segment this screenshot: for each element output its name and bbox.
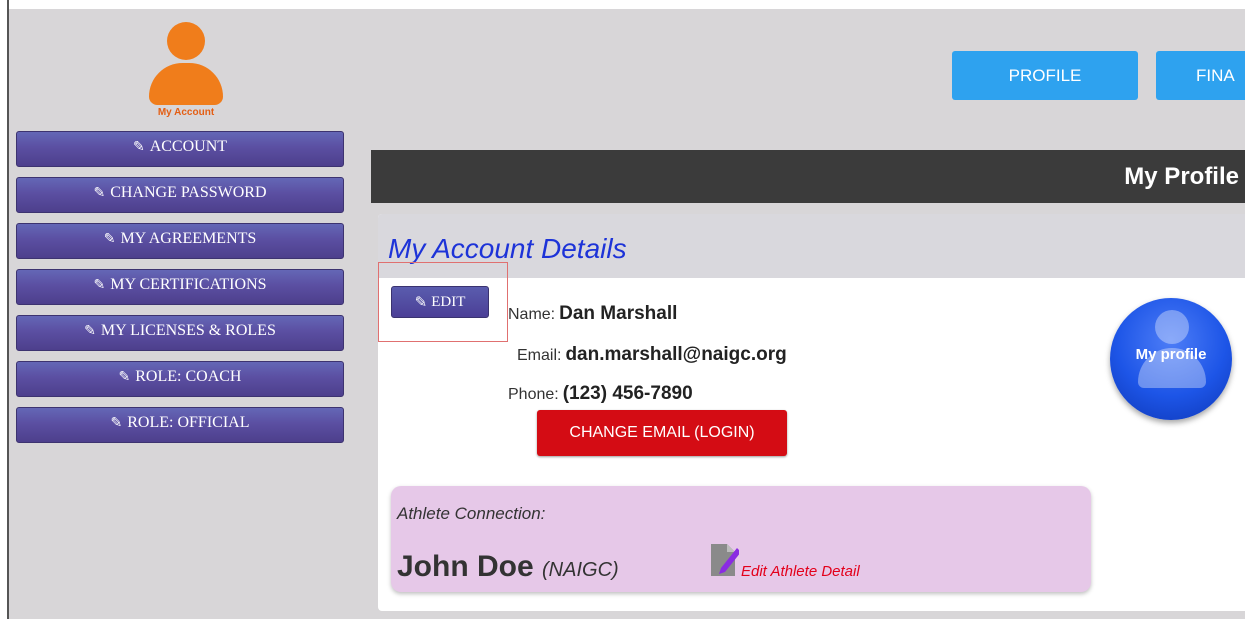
athlete-connection-label: Athlete Connection: <box>397 504 546 523</box>
sidebar-item-my-certifications[interactable]: ✎ MY CERTIFICATIONS <box>16 269 344 305</box>
sidebar-item-change-password[interactable]: ✎ CHANGE PASSWORD <box>16 177 344 213</box>
sidebar-item-label: ROLE: OFFICIAL <box>127 414 250 431</box>
sidebar-item-label: MY LICENSES & ROLES <box>100 322 276 339</box>
sidebar-item-label: ACCOUNT <box>149 138 228 155</box>
sidebar-item-label: MY CERTIFICATIONS <box>110 276 267 293</box>
pencil-icon: ✎ <box>103 231 116 247</box>
pencil-icon: ✎ <box>132 139 145 155</box>
athlete-name: John Doe (NAIGC) <box>397 550 619 584</box>
edit-icon: ✎ <box>414 294 428 311</box>
panel-title: My Account Details <box>388 233 627 264</box>
user-head-icon <box>167 22 205 60</box>
athlete-org: (NAIGC) <box>542 559 619 581</box>
nav-profile-button[interactable]: PROFILE <box>952 51 1138 100</box>
badge-label: My profile <box>1135 346 1207 363</box>
edit-button-label: EDIT <box>431 293 466 310</box>
name-field: Name: Dan Marshall <box>508 303 677 325</box>
account-details-panel: My Account Details ✎ EDIT Name: Dan Marsh… <box>378 214 1245 611</box>
phone-value: (123) 456-7890 <box>562 383 693 404</box>
email-value: dan.marshall@naigc.org <box>565 344 787 365</box>
page-title-bar: My Profile <box>371 150 1245 203</box>
sidebar-item-my-agreements[interactable]: ✎ MY AGREEMENTS <box>16 223 344 259</box>
sidebar-item-account[interactable]: ✎ ACCOUNT <box>16 131 344 167</box>
phone-field: Phone: (123) 456-7890 <box>508 383 693 405</box>
email-label: Email: <box>517 347 562 364</box>
pencil-icon: ✎ <box>118 369 131 385</box>
edit-button[interactable]: ✎ EDIT <box>391 286 489 318</box>
nav-second-button[interactable]: FINA <box>1156 51 1245 100</box>
name-label: Name: <box>508 306 556 323</box>
sidebar-item-role-official[interactable]: ✎ ROLE: OFFICIAL <box>16 407 344 443</box>
my-account-label: My Account <box>157 107 215 118</box>
user-body-icon <box>149 63 223 105</box>
pencil-icon: ✎ <box>93 277 106 293</box>
my-profile-badge[interactable]: My profile <box>1110 298 1232 420</box>
sidebar-item-label: CHANGE PASSWORD <box>110 184 267 201</box>
sidebar-item-role-coach[interactable]: ✎ ROLE: COACH <box>16 361 344 397</box>
athlete-connection-box: Athlete Connection: John Doe (NAIGC) Edi… <box>391 486 1091 592</box>
badge-head-icon <box>1155 310 1189 344</box>
page-title: My Profile <box>1124 162 1239 190</box>
sidebar-item-label: MY AGREEMENTS <box>120 230 257 247</box>
pencil-icon: ✎ <box>93 185 106 201</box>
sidebar-item-label: ROLE: COACH <box>135 368 242 385</box>
edit-athlete-detail-link[interactable]: Edit Athlete Detail <box>741 563 860 580</box>
sidebar-item-my-licenses-roles[interactable]: ✎ MY LICENSES & ROLES <box>16 315 344 351</box>
app-root: My Account ✎ ACCOUNT ✎ CHANGE PASSWORD ✎… <box>9 9 1245 619</box>
edit-document-icon[interactable] <box>709 542 739 578</box>
athlete-name-text: John Doe <box>397 550 534 583</box>
phone-label: Phone: <box>508 386 559 403</box>
name-value: Dan Marshall <box>559 303 678 324</box>
my-account-logo[interactable]: My Account <box>149 20 229 118</box>
pencil-icon: ✎ <box>110 415 123 431</box>
change-email-button[interactable]: CHANGE EMAIL (LOGIN) <box>537 410 787 456</box>
pencil-icon: ✎ <box>84 323 96 339</box>
email-field: Email: dan.marshall@naigc.org <box>517 344 787 366</box>
